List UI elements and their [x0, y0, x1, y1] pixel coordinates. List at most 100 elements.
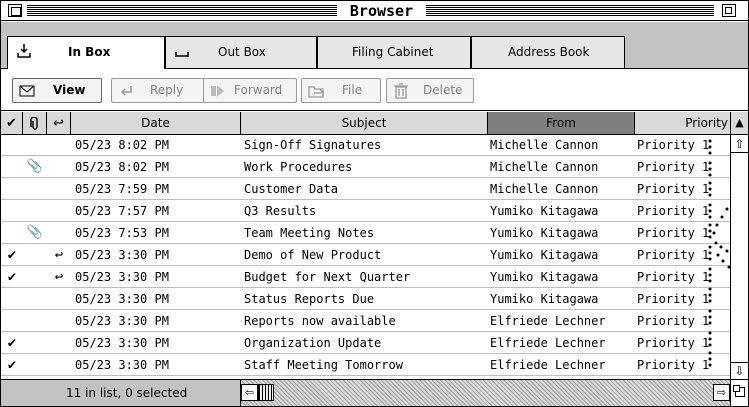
file-folder-icon	[308, 83, 325, 99]
message-row[interactable]: ✔ 05/23 3:30 PM Staff Meeting Tomorrow Elfr…	[1, 355, 730, 376]
tab-label: Out Box	[218, 45, 266, 59]
replied-arrow-icon	[47, 333, 71, 353]
message-row[interactable]: ✔ 05/23 3:30 PM Organization Update Elfried…	[1, 333, 730, 354]
forward-icon	[210, 83, 226, 99]
message-from: Yumiko Kitagawa	[490, 292, 599, 306]
view-button[interactable]: View	[12, 78, 102, 103]
trash-icon	[393, 83, 409, 99]
delete-button[interactable]: Delete	[386, 78, 474, 103]
message-from: Yumiko Kitagawa	[490, 226, 599, 240]
message-subject: Sign-Off Signatures	[244, 138, 382, 152]
replied-arrow-icon	[47, 289, 71, 309]
tab-out-box[interactable]: Out Box	[165, 36, 317, 68]
message-priority: Priority 1	[637, 182, 709, 196]
message-date: 05/23 7:53 PM	[75, 226, 169, 240]
message-date: 05/23 7:57 PM	[75, 204, 169, 218]
message-priority: Priority 1	[637, 314, 709, 328]
window-title: Browser	[337, 2, 426, 20]
col-header-replied[interactable]: ↩	[47, 112, 71, 134]
message-date: 05/23 3:30 PM	[75, 292, 169, 306]
checkmark-icon: ✔	[6, 116, 17, 131]
replied-arrow-icon	[47, 201, 71, 221]
attachment-paperclip-icon	[23, 267, 47, 287]
scroll-thumb[interactable]	[258, 384, 274, 401]
message-date: 05/23 3:30 PM	[75, 270, 169, 284]
resize-grow-box[interactable]	[730, 380, 748, 406]
message-priority: Priority 1	[637, 292, 709, 306]
message-priority: Priority 1	[637, 270, 709, 284]
close-box[interactable]	[8, 4, 22, 17]
message-priority: Priority 1	[637, 160, 709, 174]
message-from: Michelle Cannon	[490, 182, 599, 196]
title-bar[interactable]: Browser	[1, 1, 748, 21]
attachment-paperclip-icon	[23, 311, 47, 331]
scroll-right-arrow-icon[interactable]: ⇨	[713, 384, 730, 401]
message-row[interactable]: ✔ ↩ 05/23 3:30 PM Demo of New Product Yumiko…	[1, 245, 730, 266]
vertical-scrollbar[interactable]: ▲ ⇧ ⇩	[730, 112, 748, 379]
tab-address-book[interactable]: Address Book	[471, 36, 625, 68]
message-priority: Priority 1	[637, 358, 709, 372]
message-subject: Reports now available	[244, 314, 396, 328]
file-button[interactable]: File	[301, 78, 381, 103]
message-date: 05/23 8:02 PM	[75, 160, 169, 174]
horizontal-scrollbar[interactable]: ⇦ ⇨	[241, 380, 730, 406]
col-header-attachment[interactable]	[23, 112, 47, 134]
attachment-paperclip-icon	[23, 179, 47, 199]
column-menu-icon[interactable]: ▲	[731, 112, 748, 135]
scroll-down-arrow-icon[interactable]: ⇩	[731, 362, 748, 379]
attachment-paperclip-icon	[23, 355, 47, 375]
col-header-read[interactable]: ✔	[1, 112, 23, 134]
message-priority: Priority 1	[637, 248, 709, 262]
message-row[interactable]: 05/23 7:59 PM Customer Data Michelle Canno…	[1, 179, 730, 200]
zoom-box[interactable]	[722, 4, 736, 17]
read-checkmark-icon	[1, 223, 23, 243]
replied-arrow-icon	[47, 355, 71, 375]
status-text: 11 in list, 0 selected	[1, 380, 241, 406]
tab-in-box[interactable]: In Box	[7, 36, 165, 69]
message-subject: Status Reports Due	[244, 292, 375, 306]
attachment-paperclip-icon	[23, 135, 47, 155]
read-checkmark-icon: ✔	[7, 247, 17, 263]
message-subject: Team Meeting Notes	[244, 226, 375, 240]
replied-arrow-icon	[47, 179, 71, 199]
read-checkmark-icon	[1, 157, 23, 177]
paperclip-icon	[29, 115, 40, 131]
message-date: 05/23 3:30 PM	[75, 314, 169, 328]
outbox-tray-icon	[174, 43, 190, 59]
scroll-left-arrow-icon[interactable]: ⇦	[241, 384, 258, 401]
message-priority: Priority 1	[637, 138, 709, 152]
read-checkmark-icon	[1, 201, 23, 221]
message-subject: Demo of New Product	[244, 248, 382, 262]
tab-label: Filing Cabinet	[352, 45, 434, 59]
tab-bar: In Box Out Box Filing Cabinet Address Bo…	[1, 22, 748, 69]
attachment-paperclip-icon: 📎	[26, 159, 44, 174]
message-subject: Budget for Next Quarter	[244, 270, 411, 284]
col-header-date[interactable]: Date	[71, 112, 241, 134]
message-from: Yumiko Kitagawa	[490, 270, 599, 284]
replied-arrow-icon	[47, 157, 71, 177]
message-date: 05/23 8:02 PM	[75, 138, 169, 152]
scroll-up-arrow-icon[interactable]: ⇧	[731, 136, 748, 153]
message-row[interactable]: 📎 05/23 7:53 PM Team Meeting Notes Yumiko K…	[1, 223, 730, 244]
message-row[interactable]: ✔ ↩ 05/23 3:30 PM Budget for Next Quarter Yu…	[1, 267, 730, 288]
message-row[interactable]: 05/23 3:30 PM Reports now available Elfrie…	[1, 311, 730, 332]
message-row[interactable]: 05/23 8:02 PM Sign-Off Signatures Michelle…	[1, 135, 730, 156]
view-icon	[19, 83, 35, 99]
col-header-subject[interactable]: Subject	[241, 112, 488, 134]
message-row[interactable]: 📎 05/23 8:02 PM Work Procedures Michelle Ca…	[1, 157, 730, 178]
col-header-from[interactable]: From	[488, 112, 635, 134]
message-row[interactable]: 05/23 3:30 PM Status Reports Due Yumiko Ki…	[1, 289, 730, 310]
read-checkmark-icon	[1, 179, 23, 199]
forward-button[interactable]: Forward	[203, 78, 297, 103]
reply-button[interactable]: Reply	[111, 78, 207, 103]
tab-label: Address Book	[508, 45, 590, 59]
message-date: 05/23 7:59 PM	[75, 182, 169, 196]
message-subject: Customer Data	[244, 182, 338, 196]
read-checkmark-icon: ✔	[7, 335, 17, 351]
message-row[interactable]: 05/23 7:57 PM Q3 Results Yumiko Kitagawa Pr…	[1, 201, 730, 222]
replied-arrow-icon	[47, 135, 71, 155]
col-header-priority[interactable]: Priority	[635, 112, 730, 134]
tab-filing-cabinet[interactable]: Filing Cabinet	[317, 36, 471, 68]
message-from: Elfriede Lechner	[490, 314, 606, 328]
attachment-paperclip-icon	[23, 245, 47, 265]
